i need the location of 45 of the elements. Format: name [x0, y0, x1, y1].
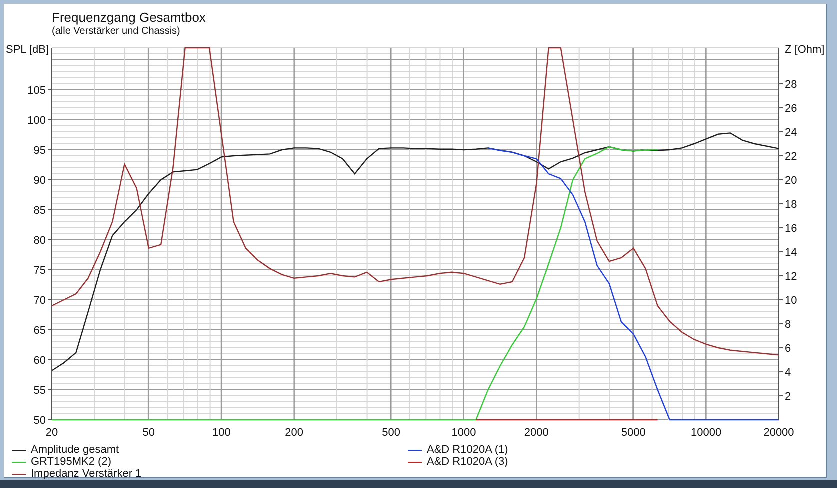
axis-tick-label: 20 — [46, 427, 58, 439]
axis-tick-label: 10000 — [691, 427, 722, 439]
axis-tick-label: 2 — [785, 391, 792, 403]
axis-tick-label: 80 — [34, 235, 46, 247]
axis-tick-label: 95 — [34, 145, 46, 157]
axis-tick-label: 75 — [34, 265, 46, 277]
axis-tick-label: 8 — [785, 319, 792, 331]
axis-tick-label: 200 — [285, 427, 304, 439]
axis-tick-label: 24 — [785, 127, 798, 139]
axis-title: Z [Ohm] — [785, 44, 824, 56]
axis-tick-label: 26 — [785, 103, 798, 115]
axis-tick-label: 20000 — [764, 427, 794, 439]
axis-tick-label: 12 — [785, 271, 798, 283]
chart-subtitle: (alle Verstärker und Chassis) — [52, 25, 182, 38]
axis-tick-label: 14 — [785, 247, 798, 259]
axis-tick-label: 10 — [785, 295, 798, 307]
axis-tick-label: 1000 — [452, 427, 476, 439]
axis-tick-label: 4 — [785, 367, 792, 379]
legend-label: Impedanz Verstärker 1 — [31, 468, 142, 480]
axis-tick-label: 50 — [142, 427, 156, 439]
legend-label: GRT195MK2 (2) — [31, 456, 112, 468]
axis-tick-label: 28 — [785, 79, 798, 91]
axis-tick-label: 55 — [34, 385, 46, 397]
axis-tick-label: 50 — [34, 415, 46, 427]
axis-tick-label: 90 — [34, 175, 46, 187]
legend-label: A&D R1020A (1) — [427, 444, 508, 456]
axis-tick-label: 20 — [785, 175, 798, 187]
axis-tick-label: 6 — [785, 343, 792, 355]
axis-tick-label: 65 — [34, 325, 46, 337]
axis-tick-label: 500 — [382, 427, 400, 439]
axis-tick-label: 22 — [785, 151, 798, 163]
axis-tick-label: 16 — [785, 223, 798, 235]
legend-label: A&D R1020A (3) — [427, 456, 508, 468]
axis-tick-label: 100 — [28, 115, 46, 127]
axis-tick-label: 2000 — [524, 427, 549, 439]
axis-tick-label: 5000 — [621, 427, 646, 439]
chart-title: Frequenzgang Gesamtbox — [52, 10, 207, 25]
legend-label: Amplitude gesamt — [31, 444, 120, 456]
axis-title: SPL [dB] — [6, 44, 50, 56]
axis-tick-label: 85 — [34, 205, 46, 217]
axis-tick-label: 60 — [34, 355, 46, 367]
axis-tick-label: 105 — [28, 85, 46, 97]
axis-tick-label: 18 — [785, 199, 798, 211]
axis-tick-label: 100 — [212, 427, 231, 439]
axis-tick-label: 70 — [34, 295, 46, 307]
